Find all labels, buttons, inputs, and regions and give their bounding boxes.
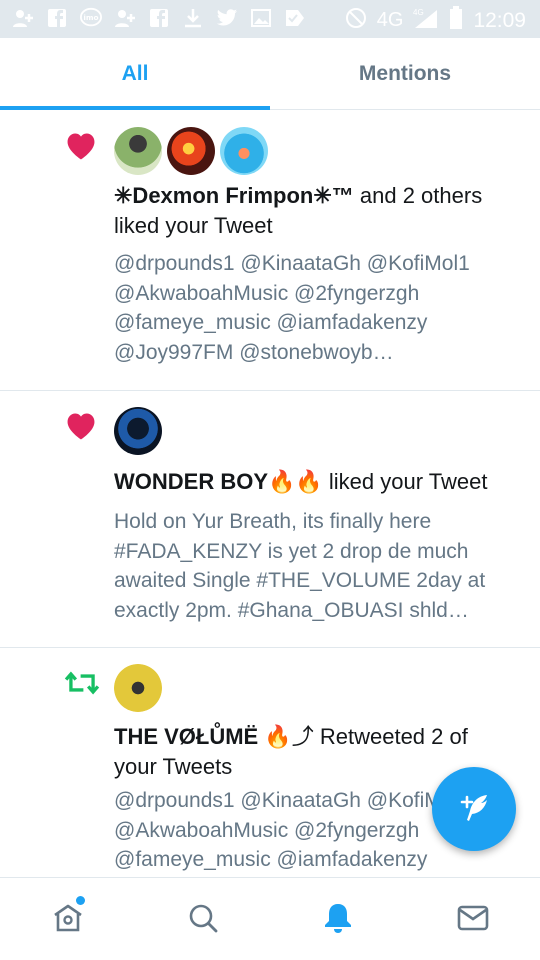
add-user-icon xyxy=(114,7,136,29)
notification-tabs: All Mentions xyxy=(0,38,540,110)
avatar[interactable] xyxy=(167,127,215,175)
network-type: 4G xyxy=(376,9,404,31)
actor-avatars xyxy=(114,407,162,455)
actor-name[interactable]: ✳Dexmon Frimpon✳™ xyxy=(114,183,354,208)
tab-all[interactable]: All xyxy=(0,38,270,110)
svg-text:4G: 4G xyxy=(413,8,424,17)
notification-action-text: liked your Tweet xyxy=(322,469,488,494)
actor-avatars xyxy=(114,664,162,712)
nav-search[interactable] xyxy=(135,878,270,960)
notification-item[interactable]: ✳Dexmon Frimpon✳™ and 2 others liked you… xyxy=(0,111,540,391)
notification-headline: ✳Dexmon Frimpon✳™ and 2 others liked you… xyxy=(114,181,514,241)
compose-tweet-button[interactable] xyxy=(432,767,516,851)
tab-mentions[interactable]: Mentions xyxy=(270,38,540,110)
status-system-icons: 4G 4G 12:09 xyxy=(345,6,526,35)
new-content-dot xyxy=(76,896,85,905)
home-icon xyxy=(51,901,85,939)
heart-icon xyxy=(64,129,98,163)
actor-emoji: 🔥⤴ xyxy=(258,724,320,749)
bottom-navigation xyxy=(0,877,540,960)
status-notification-icons: imo xyxy=(12,7,306,29)
nav-messages[interactable] xyxy=(405,878,540,960)
svg-text:imo: imo xyxy=(83,13,98,22)
facebook-icon xyxy=(148,7,170,29)
retweet-icon xyxy=(64,666,100,700)
image-icon xyxy=(250,7,272,29)
avatar[interactable] xyxy=(220,127,268,175)
battery-icon xyxy=(449,6,463,35)
compose-quill-icon xyxy=(454,787,494,831)
search-icon xyxy=(186,901,220,939)
facebook-icon xyxy=(46,7,68,29)
imo-icon: imo xyxy=(80,7,102,29)
tweet-preview[interactable]: Hold on Yur Breath, its finally here #FA… xyxy=(114,507,514,625)
status-bar: imo 4G 4G 12:09 xyxy=(0,0,540,38)
clock: 12:09 xyxy=(473,8,526,32)
twitter-icon xyxy=(216,7,238,29)
add-user-icon xyxy=(12,7,34,29)
mail-icon xyxy=(456,903,490,937)
avatar[interactable] xyxy=(114,127,162,175)
active-tab-indicator xyxy=(0,106,270,110)
do-not-disturb-icon xyxy=(345,7,367,34)
tweet-preview[interactable]: @drpounds1 @KinaataGh @KofiMol1 @Akwaboa… xyxy=(114,249,514,367)
actor-name[interactable]: WONDER BOY🔥🔥 xyxy=(114,469,323,494)
download-icon xyxy=(182,7,204,29)
heart-icon xyxy=(64,409,98,443)
signal-icon: 4G xyxy=(413,7,439,34)
avatar[interactable] xyxy=(114,664,162,712)
avatar[interactable] xyxy=(114,407,162,455)
actor-avatars xyxy=(114,127,268,175)
actor-name[interactable]: THE VØŁŮMË xyxy=(114,724,258,749)
nav-home[interactable] xyxy=(0,878,135,960)
notification-item[interactable]: WONDER BOY🔥🔥 liked your Tweet Hold on Yu… xyxy=(0,391,540,648)
check-icon xyxy=(284,7,306,29)
notification-headline: WONDER BOY🔥🔥 liked your Tweet xyxy=(114,467,514,497)
bell-icon xyxy=(321,901,355,939)
nav-notifications[interactable] xyxy=(270,878,405,960)
notifications-feed[interactable]: ✳Dexmon Frimpon✳™ and 2 others liked you… xyxy=(0,111,540,877)
